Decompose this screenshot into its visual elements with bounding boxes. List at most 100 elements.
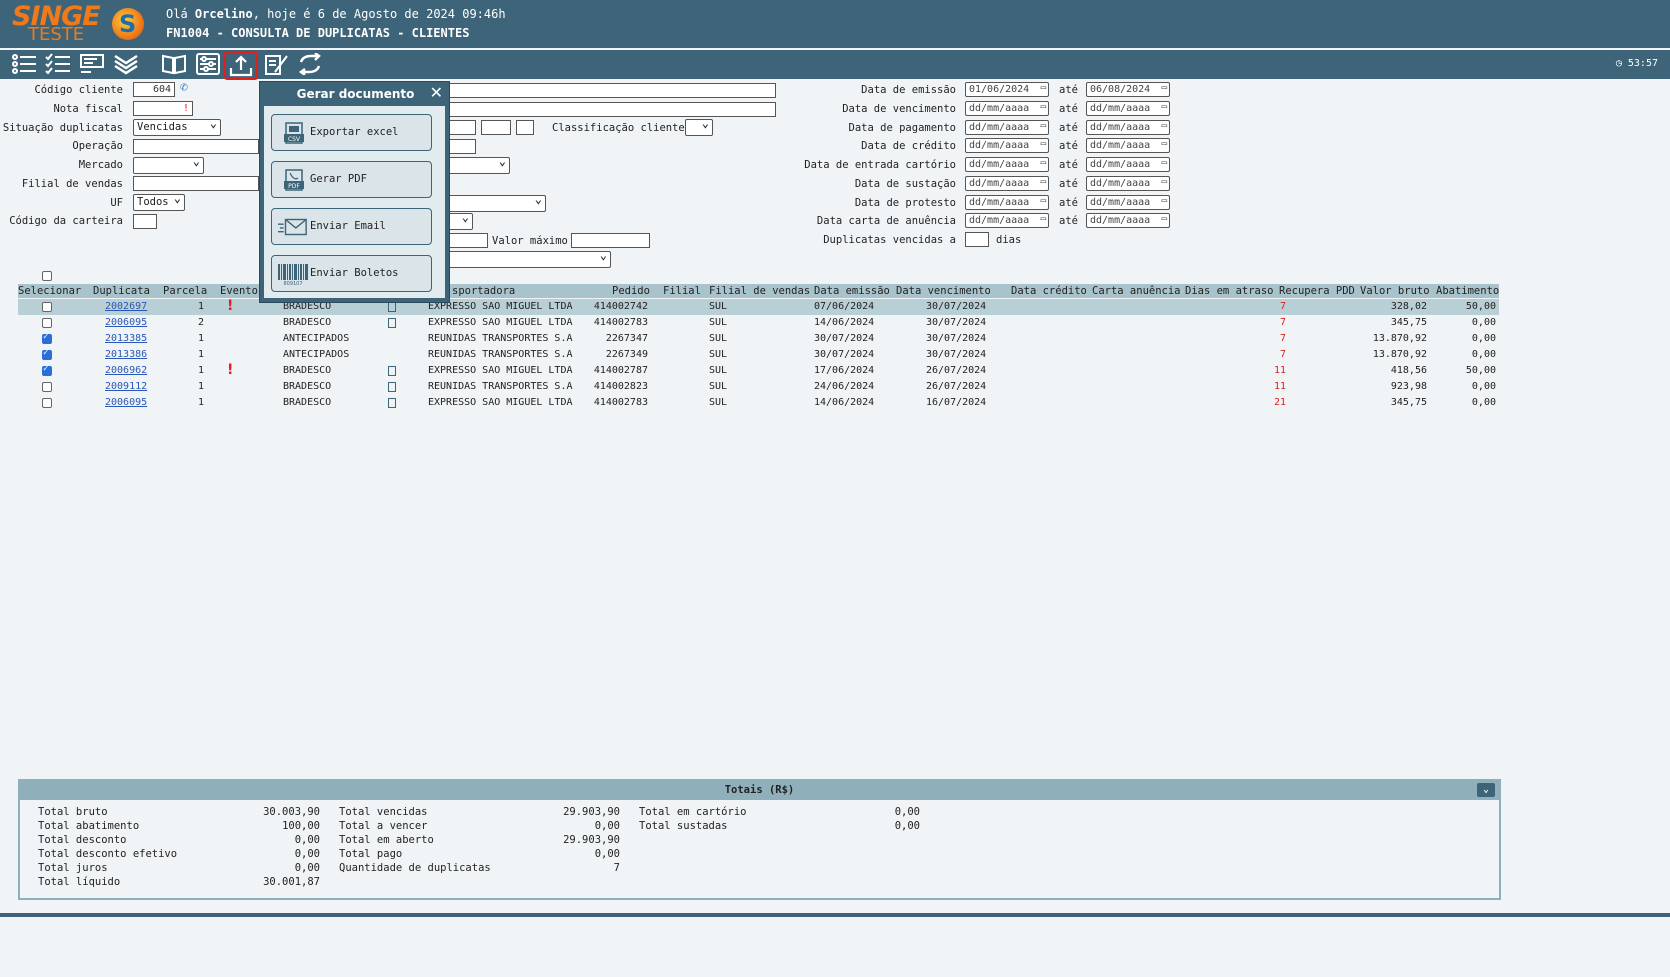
data-sustacao-de[interactable]: dd/mm/aaaa xyxy=(965,176,1049,191)
document-icon[interactable] xyxy=(388,318,396,328)
checklist-icon[interactable] xyxy=(44,52,72,76)
codigo-carteira-input[interactable] xyxy=(133,214,157,229)
edit-doc-icon[interactable] xyxy=(262,52,290,76)
table-row[interactable]: 2002697 1! BRADESCO EXPRESSO SAO MIGUEL LTD… xyxy=(18,298,1499,315)
document-icon[interactable] xyxy=(388,366,396,376)
select-all-checkbox[interactable] xyxy=(42,271,52,281)
table-row[interactable]: 2013385 1 ANTECIPADOS REUNIDAS TRANSPORTES … xyxy=(18,331,1499,347)
double-chevron-icon[interactable] xyxy=(112,52,140,76)
gerar-pdf-button[interactable]: PDF Gerar PDF xyxy=(271,161,432,198)
col-transportadora[interactable]: sportadora xyxy=(452,284,515,298)
refresh-icon[interactable] xyxy=(296,52,324,76)
mid-select-4[interactable] xyxy=(440,248,611,268)
document-icon[interactable] xyxy=(388,382,396,392)
mid-select-1[interactable] xyxy=(440,154,510,174)
data-emissao-cell: 30/07/2024 xyxy=(814,333,875,344)
footer-bar xyxy=(0,913,1670,917)
settings-icon[interactable] xyxy=(194,52,222,76)
cliente-nome-input[interactable] xyxy=(440,83,776,98)
data-emissao-de[interactable]: 01/06/2024 xyxy=(965,82,1049,97)
row-checkbox[interactable] xyxy=(42,382,52,392)
row-checkbox[interactable] xyxy=(42,318,52,328)
nota-fiscal-input[interactable]: ! xyxy=(133,101,193,116)
col-pedido[interactable]: Pedido xyxy=(612,284,650,298)
col-recupera-pdd[interactable]: Recupera PDD xyxy=(1279,284,1355,298)
list-icon[interactable] xyxy=(10,52,38,76)
data-vencimento-ate[interactable]: dd/mm/aaaa xyxy=(1086,101,1170,116)
row-checkbox[interactable] xyxy=(42,332,52,344)
uf-select[interactable]: Todos xyxy=(133,191,185,211)
filial-vendas-input[interactable] xyxy=(133,176,259,191)
duplicatas-vencidas-input[interactable] xyxy=(965,232,989,247)
col-data-credito[interactable]: Data crédito xyxy=(1011,284,1087,298)
enviar-email-button[interactable]: Enviar Email xyxy=(271,208,432,245)
col-duplicata[interactable]: Duplicata xyxy=(93,284,150,298)
row-checkbox[interactable] xyxy=(42,348,52,360)
duplicata-link[interactable]: 2013386 xyxy=(105,347,147,363)
col-data-emissao[interactable]: Data emissão xyxy=(814,284,890,298)
session-timer: ◷ 53:57 xyxy=(1615,58,1658,69)
data-emissao-ate[interactable]: 06/08/2024 xyxy=(1086,82,1170,97)
col-data-vencimento[interactable]: Data vencimento xyxy=(896,284,991,298)
data-protesto-ate[interactable]: dd/mm/aaaa xyxy=(1086,195,1170,210)
total-value: 0,00 xyxy=(594,848,620,860)
exportar-excel-button[interactable]: CSV Exportar excel xyxy=(271,114,432,151)
pedido-cell: 414002742 xyxy=(593,301,648,312)
col-filial-vendas[interactable]: Filial de vendas xyxy=(709,284,810,298)
screen-icon[interactable] xyxy=(78,52,106,76)
table-row[interactable]: 2006095 1 BRADESCO EXPRESSO SAO MIGUEL LTDA… xyxy=(18,395,1499,411)
col-carta-anuencia[interactable]: Carta anuência xyxy=(1092,284,1181,298)
mid-input-3[interactable] xyxy=(516,120,534,135)
duplicata-link[interactable]: 2009112 xyxy=(105,379,147,395)
row-checkbox[interactable] xyxy=(42,364,52,376)
collapse-chevron-icon[interactable]: ⌄ xyxy=(1477,783,1495,797)
duplicata-link[interactable]: 2002697 xyxy=(105,299,147,315)
data-protesto-de[interactable]: dd/mm/aaaa xyxy=(965,195,1049,210)
data-credito-de[interactable]: dd/mm/aaaa xyxy=(965,138,1049,153)
table-row[interactable]: 2013386 1 ANTECIPADOS REUNIDAS TRANSPORTES … xyxy=(18,347,1499,363)
data-sustacao-ate[interactable]: dd/mm/aaaa xyxy=(1086,176,1170,191)
data-entrada-cartorio-ate[interactable]: dd/mm/aaaa xyxy=(1086,157,1170,172)
data-carta-ate[interactable]: dd/mm/aaaa xyxy=(1086,213,1170,228)
operacao-input[interactable] xyxy=(133,139,259,154)
col-eventos[interactable]: Eventos xyxy=(220,284,264,298)
data-credito-ate[interactable]: dd/mm/aaaa xyxy=(1086,138,1170,153)
alert-icon[interactable]: ! xyxy=(227,298,233,314)
duplicata-link[interactable]: 2006962 xyxy=(105,363,147,379)
col-parcela[interactable]: Parcela xyxy=(163,284,207,298)
duplicata-link[interactable]: 2006095 xyxy=(105,315,147,331)
situacao-select[interactable]: Vencidas xyxy=(133,116,221,136)
mid-select-2[interactable] xyxy=(440,192,546,212)
duplicata-link[interactable]: 2006095 xyxy=(105,395,147,411)
col-selecionar[interactable]: Selecionar xyxy=(18,284,81,298)
data-pagamento-ate[interactable]: dd/mm/aaaa xyxy=(1086,120,1170,135)
col-abatimento[interactable]: Abatimento xyxy=(1436,284,1499,298)
table-row[interactable]: 2006095 2 BRADESCO EXPRESSO SAO MIGUEL LTDA… xyxy=(18,315,1499,331)
data-carta-de[interactable]: dd/mm/aaaa xyxy=(965,213,1049,228)
nota-extra-input[interactable] xyxy=(440,102,776,117)
mercado-select[interactable] xyxy=(133,154,204,174)
document-icon[interactable] xyxy=(388,302,396,312)
document-icon[interactable] xyxy=(388,398,396,408)
col-dias-atraso[interactable]: Dias em atraso xyxy=(1185,284,1274,298)
col-filial[interactable]: Filial xyxy=(663,284,701,298)
enviar-boletos-button[interactable]: 809107 Enviar Boletos xyxy=(271,255,432,292)
alert-icon[interactable]: ! xyxy=(227,362,233,378)
row-checkbox[interactable] xyxy=(42,302,52,312)
data-pagamento-de[interactable]: dd/mm/aaaa xyxy=(965,120,1049,135)
data-vencimento-de[interactable]: dd/mm/aaaa xyxy=(965,101,1049,116)
book-icon[interactable] xyxy=(160,52,188,76)
valor-maximo-input[interactable] xyxy=(571,233,650,248)
mid-input-2[interactable] xyxy=(481,120,511,135)
duplicata-link[interactable]: 2013385 xyxy=(105,331,147,347)
upload-icon[interactable] xyxy=(224,51,258,80)
phone-icon[interactable]: ✆ xyxy=(180,80,188,95)
table-row[interactable]: 2006962 1! BRADESCO EXPRESSO SAO MIGUEL LTD… xyxy=(18,362,1499,379)
table-row[interactable]: 2009112 1 BRADESCO REUNIDAS TRANSPORTES S.A… xyxy=(18,379,1499,395)
row-checkbox[interactable] xyxy=(42,398,52,408)
codigo-cliente-input[interactable]: 604 xyxy=(133,82,175,97)
col-valor-bruto[interactable]: Valor bruto xyxy=(1360,284,1430,298)
close-icon[interactable]: ✕ xyxy=(430,84,443,102)
classificacao-select[interactable] xyxy=(685,116,713,136)
data-entrada-cartorio-de[interactable]: dd/mm/aaaa xyxy=(965,157,1049,172)
